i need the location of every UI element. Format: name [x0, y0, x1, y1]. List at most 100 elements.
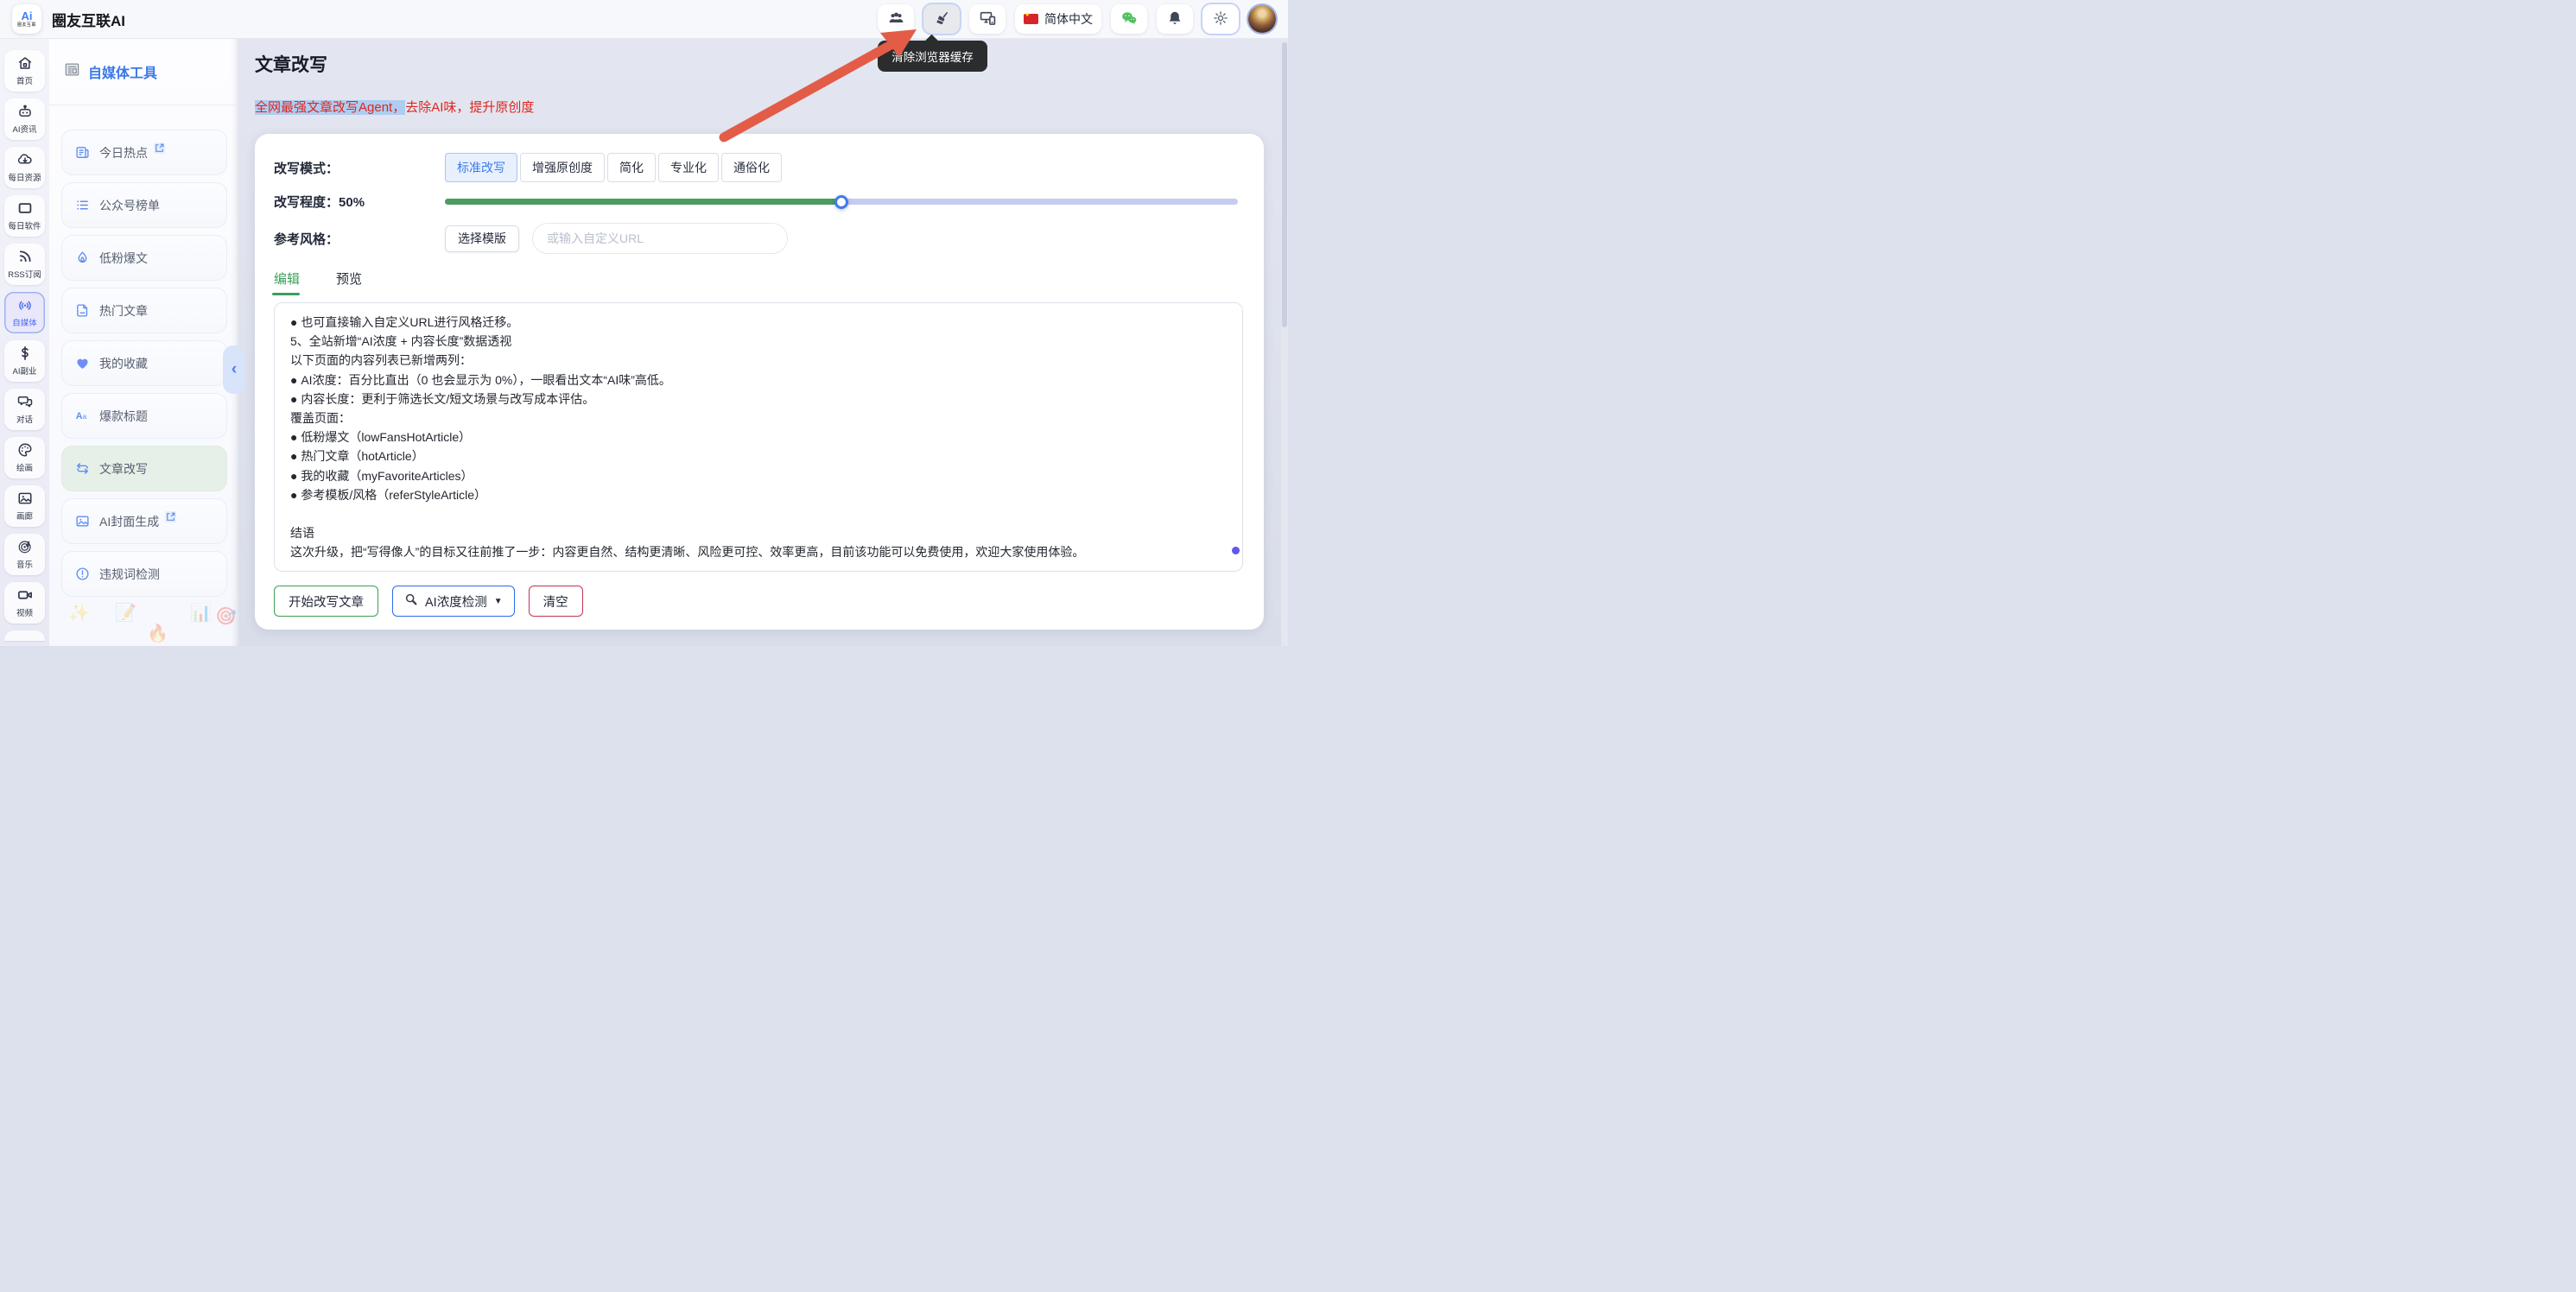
ai-density-check-button[interactable]: AI浓度检测 ▼ [392, 586, 515, 617]
chevron-left-icon: ‹ [232, 360, 237, 379]
app-window: Ai 圈友互联 圈友互联AI 简体中文 [0, 0, 1288, 646]
rail-item-painting[interactable]: 绘画 [4, 437, 45, 478]
members-button[interactable] [878, 4, 914, 34]
degree-slider[interactable] [445, 199, 1238, 205]
rewrite-panel: 改写模式： 标准改写 增强原创度 简化 专业化 通俗化 改写程度：50% 参考风… [255, 134, 1264, 630]
sidebar-item-today-hot[interactable]: 今日热点 [61, 130, 227, 175]
top-header: Ai 圈友互联 圈友互联AI 简体中文 [0, 0, 1288, 39]
sidebar-item-my-favorites[interactable]: 我的收藏 [61, 340, 227, 386]
sidebar-item-hot-articles[interactable]: 热门文章 [61, 288, 227, 333]
bar-chart-emoji: 📊 [190, 602, 212, 624]
sidebar-item-low-fans-hot[interactable]: 低粉爆文 [61, 235, 227, 281]
sidebar-header: 自媒体工具 [49, 39, 239, 105]
wechat-icon [1120, 10, 1138, 28]
memo-emoji: 📝 [115, 602, 136, 624]
devices-icon [980, 10, 996, 28]
rail-item-video[interactable]: 视频 [4, 582, 45, 624]
tab-preview[interactable]: 预览 [336, 269, 362, 295]
slider-thumb[interactable] [834, 195, 848, 209]
degree-row: 改写程度：50% [274, 193, 1243, 211]
notifications-button[interactable] [1157, 4, 1193, 34]
action-buttons: 开始改写文章 AI浓度检测 ▼ 清空 [274, 586, 1243, 617]
subtitle-selected-text: 全网最强文章改写Agent， [255, 100, 405, 115]
sun-icon [1213, 10, 1228, 28]
devices-button[interactable] [969, 4, 1006, 34]
cursor-dot [1232, 547, 1240, 554]
mode-enhance-originality[interactable]: 增强原创度 [520, 153, 605, 182]
users-icon [888, 10, 904, 28]
rail-item-ai-sideline[interactable]: AI副业 [4, 340, 45, 382]
sidebar-title: 自媒体工具 [88, 61, 157, 82]
dollar-icon [17, 345, 33, 364]
page-scrollbar[interactable] [1281, 39, 1288, 646]
clear-cache-button[interactable] [923, 4, 960, 34]
user-avatar[interactable] [1248, 5, 1276, 33]
rail-item-gallery[interactable]: 画廊 [4, 485, 45, 527]
caret-down-icon: ▼ [494, 597, 503, 606]
document-icon [75, 303, 90, 318]
mode-colloquial[interactable]: 通俗化 [721, 153, 782, 182]
sidebar-item-ai-cover[interactable]: AI封面生成 [61, 498, 227, 544]
language-label: 简体中文 [1044, 10, 1093, 28]
newspaper-icon [75, 145, 90, 160]
china-flag-icon [1024, 14, 1038, 24]
page-subtitle: 全网最强文章改写Agent，去除AI味，提升原创度 [255, 98, 1264, 116]
sidebar-item-hot-titles[interactable]: Aa 爆款标题 [61, 393, 227, 439]
rail-item-daily-software[interactable]: 每日软件 [4, 195, 45, 237]
subtitle-rest: 去除AI味，提升原创度 [405, 100, 534, 115]
page-title: 文章改写 [255, 51, 1264, 77]
monitor-icon [17, 200, 33, 218]
robot-icon [17, 104, 33, 122]
mode-simplify[interactable]: 简化 [607, 153, 656, 182]
external-link-icon [165, 511, 176, 522]
scrollbar-thumb[interactable] [1282, 42, 1287, 327]
theme-button[interactable] [1202, 4, 1239, 34]
rail-item-ai-news[interactable]: AI资讯 [4, 98, 45, 140]
palette-icon [17, 442, 33, 460]
gallery-icon [17, 491, 33, 509]
swap-arrows-icon [75, 461, 90, 476]
app-logo[interactable]: Ai 圈友互联 [12, 4, 41, 34]
app-title: 圈友互联AI [52, 9, 125, 30]
newspaper-photo-icon [64, 61, 80, 82]
tab-edit[interactable]: 编辑 [274, 269, 300, 295]
rss-icon [17, 249, 33, 267]
rail-item-music[interactable]: 音乐 [4, 534, 45, 575]
custom-url-input[interactable] [532, 223, 788, 254]
image-icon [75, 514, 90, 529]
flame-icon [75, 250, 90, 265]
broadcast-icon [17, 297, 33, 315]
editor-tabs: 编辑 预览 [274, 269, 1243, 295]
header-actions: 简体中文 [878, 4, 1276, 34]
video-camera-icon [17, 587, 33, 605]
wechat-button[interactable] [1111, 4, 1147, 34]
rail-item-chat[interactable]: 对话 [4, 389, 45, 430]
rail-item-partial[interactable] [4, 630, 45, 641]
rail-item-daily-resources[interactable]: 每日资源 [4, 147, 45, 188]
mode-row: 改写模式： 标准改写 增强原创度 简化 专业化 通俗化 [274, 153, 1243, 182]
sidebar-item-banned-words[interactable]: 违规词检测 [61, 551, 227, 597]
language-button[interactable]: 简体中文 [1015, 4, 1101, 34]
mode-professional[interactable]: 专业化 [658, 153, 719, 182]
sidebar-items: 今日热点 公众号榜单 低粉爆文 热门文章 我的收藏 Aa 爆款标题 [49, 105, 239, 597]
icon-rail: 首页 AI资讯 每日资源 每日软件 RSS订阅 自媒体 AI副业 对话 [0, 39, 49, 646]
mode-standard[interactable]: 标准改写 [445, 153, 517, 182]
list-icon [75, 198, 90, 212]
heart-icon [75, 356, 90, 370]
sidebar-item-article-rewrite[interactable]: 文章改写 [61, 446, 227, 491]
sidebar-collapse-handle[interactable]: ‹ [223, 345, 245, 394]
sidebar-self-media-tools: 自媒体工具 今日热点 公众号榜单 低粉爆文 热门文章 我的收藏 [49, 39, 239, 646]
choose-template-button[interactable]: 选择模版 [445, 225, 519, 252]
rail-item-self-media[interactable]: 自媒体 [4, 292, 45, 333]
article-editor[interactable]: ● 也可直接输入自定义URL进行风格迁移。 5、全站新增“AI浓度 + 内容长度… [274, 302, 1243, 572]
logo-subtext: 圈友互联 [17, 22, 36, 28]
clear-button[interactable]: 清空 [529, 586, 583, 617]
broom-icon [934, 10, 949, 28]
slider-fill [445, 199, 841, 205]
cloud-download-icon [17, 152, 33, 170]
start-rewrite-button[interactable]: 开始改写文章 [274, 586, 378, 617]
sidebar-item-official-account-ranking[interactable]: 公众号榜单 [61, 182, 227, 228]
rail-item-rss[interactable]: RSS订阅 [4, 244, 45, 285]
rail-item-home[interactable]: 首页 [4, 50, 45, 92]
target-emoji: 🎯 [215, 605, 237, 627]
